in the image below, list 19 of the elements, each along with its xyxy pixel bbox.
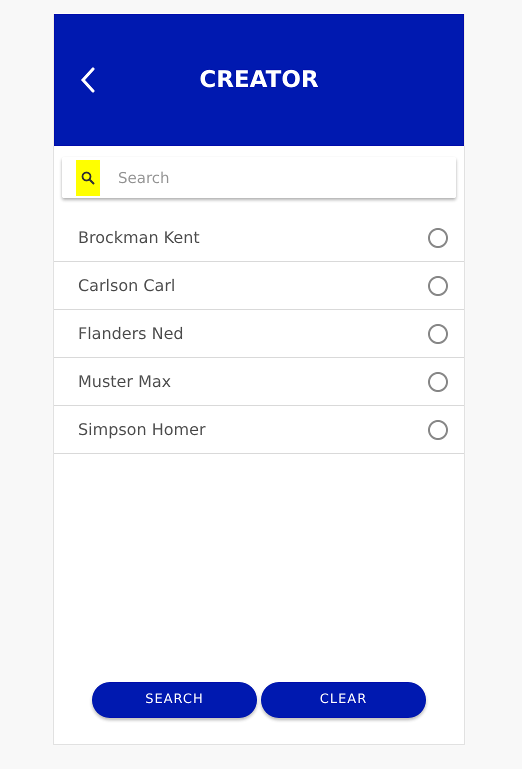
person-name: Muster Max: [78, 370, 172, 392]
radio-button[interactable]: [428, 276, 448, 296]
radio-button[interactable]: [428, 420, 448, 440]
search-field[interactable]: Search: [116, 162, 456, 192]
radio-button[interactable]: [428, 324, 448, 344]
person-name: Carlson Carl: [78, 274, 176, 296]
search-button[interactable]: SEARCH: [92, 682, 257, 718]
radio-button[interactable]: [428, 372, 448, 392]
page-title: CREATOR: [198, 66, 320, 95]
list-item[interactable]: Muster Max: [54, 358, 464, 406]
list-item[interactable]: Carlson Carl: [54, 262, 464, 310]
list-item[interactable]: Flanders Ned: [54, 310, 464, 358]
clear-button[interactable]: CLEAR: [261, 682, 426, 718]
person-name: Brockman Kent: [78, 226, 200, 248]
person-name: Simpson Homer: [78, 418, 206, 440]
radio-button[interactable]: [428, 228, 448, 248]
person-name: Flanders Ned: [78, 322, 184, 344]
list-item[interactable]: Brockman Kent: [54, 214, 464, 262]
list-item[interactable]: Simpson Homer: [54, 406, 464, 454]
